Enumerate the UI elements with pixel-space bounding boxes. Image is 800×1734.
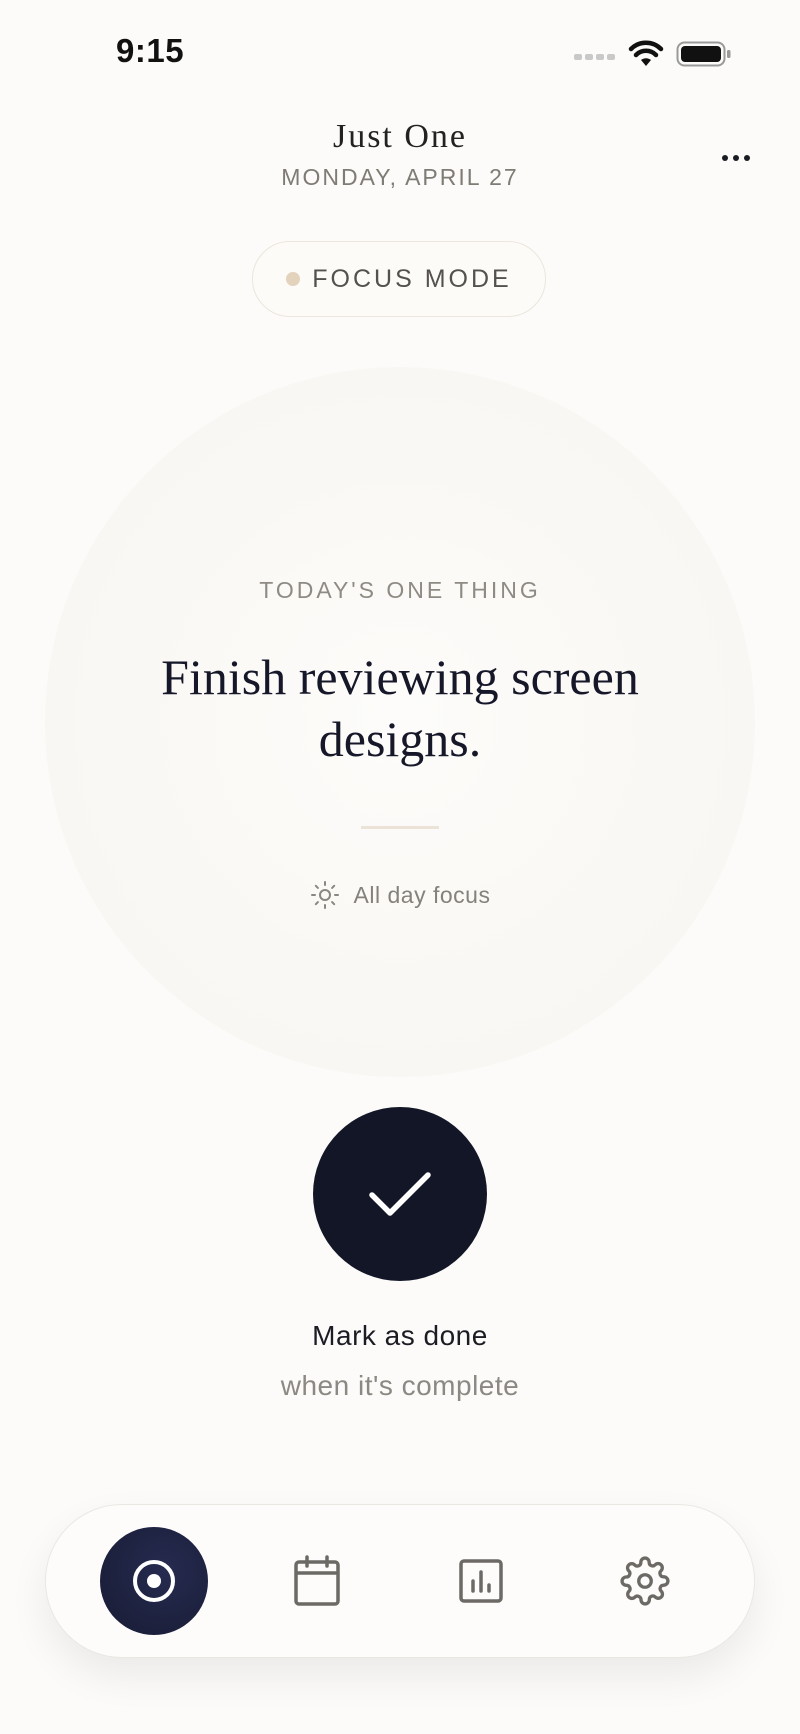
check-icon (369, 1172, 431, 1216)
status-dot (286, 272, 301, 286)
sun-icon (310, 881, 339, 909)
nav-focus-tab[interactable] (100, 1527, 208, 1635)
focus-mode-pill[interactable]: FOCUS MODE (252, 241, 546, 317)
cellular-signal-icon (574, 54, 615, 60)
mark-done-label: Mark as done (312, 1320, 488, 1351)
focus-mode-label: FOCUS MODE (312, 264, 512, 293)
target-icon (133, 1560, 175, 1602)
battery-icon (676, 41, 731, 67)
bottom-nav (45, 1504, 755, 1658)
more-dot (733, 155, 739, 161)
focus-eyebrow: TODAY'S ONE THING (259, 577, 541, 603)
nav-settings-tab[interactable] (591, 1527, 699, 1635)
wifi-icon (628, 40, 664, 66)
bar-chart-icon (459, 1559, 503, 1603)
status-time: 9:15 (116, 32, 185, 69)
date-label: MONDAY, APRIL 27 (281, 164, 519, 190)
duration-label: All day focus (353, 881, 491, 908)
divider (361, 826, 439, 829)
more-options-button[interactable] (716, 140, 756, 176)
duration-row: All day focus (0, 880, 800, 910)
more-horizontal-icon (722, 155, 728, 161)
status-icons (574, 40, 732, 68)
nav-calendar-tab[interactable] (263, 1527, 371, 1635)
gear-icon (620, 1556, 670, 1606)
app-title: Just One (332, 118, 468, 155)
calendar-icon (294, 1555, 340, 1606)
mark-done-button[interactable] (313, 1107, 487, 1281)
task-title: Finish reviewing screen designs. (161, 649, 639, 767)
mark-done-hint: when it's complete (280, 1370, 520, 1401)
nav-stats-tab[interactable] (427, 1527, 535, 1635)
more-dot (744, 155, 750, 161)
